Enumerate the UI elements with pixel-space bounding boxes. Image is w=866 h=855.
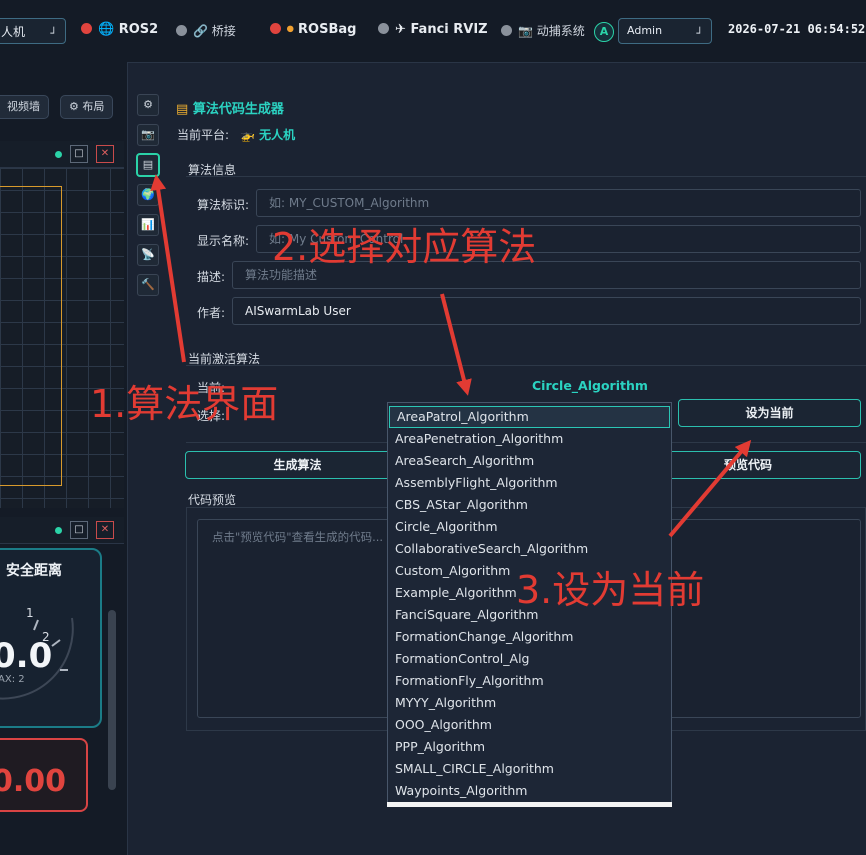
status-dot-gray bbox=[501, 25, 512, 36]
rosbag-status[interactable]: ⏺ ROSBag bbox=[270, 22, 356, 37]
bridge-label: 桥接 bbox=[211, 24, 236, 38]
bridge-status[interactable]: 🔗 桥接 bbox=[176, 22, 236, 39]
status-dot-red bbox=[270, 23, 281, 34]
scrollbar[interactable] bbox=[108, 610, 116, 790]
id-label: 算法标识: bbox=[197, 198, 250, 212]
dropdown-option[interactable]: FormationFly_Algorithm bbox=[388, 670, 671, 692]
dropdown-option[interactable]: SMALL_CIRCLE_Algorithm bbox=[388, 758, 671, 780]
dropdown-option[interactable]: AreaSearch_Algorithm bbox=[388, 450, 671, 472]
settings-icon[interactable]: ⚙ bbox=[137, 94, 159, 116]
maximize-icon[interactable]: □ bbox=[70, 145, 88, 163]
gauge-value: 0.0 bbox=[0, 636, 53, 676]
status-dot-green bbox=[55, 527, 62, 534]
boundary-rectangle bbox=[0, 186, 62, 486]
algorithm-icon[interactable]: ▤ bbox=[137, 154, 159, 176]
dropdown-option[interactable]: FormationControl_Alg bbox=[388, 648, 671, 670]
plane-icon: ✈ bbox=[395, 22, 406, 37]
ros2-status[interactable]: 🌐 ROS2 bbox=[81, 22, 158, 37]
video-wall-label: 视频墙 bbox=[7, 100, 40, 113]
dropdown-option[interactable]: AreaPatrol_Algorithm bbox=[389, 406, 670, 428]
chevron-down-icon: ┘ bbox=[50, 27, 57, 40]
user-select-value: Admin bbox=[627, 24, 663, 37]
alert-value-box: 0.00 bbox=[0, 738, 88, 812]
globe-icon[interactable]: 🌍 bbox=[137, 184, 159, 206]
ros2-label: ROS2 bbox=[118, 22, 159, 37]
helicopter-icon: 🚁 bbox=[240, 128, 255, 142]
platform-select[interactable]: 人机 ┘ bbox=[0, 18, 66, 44]
close-icon[interactable]: ✕ bbox=[96, 145, 114, 163]
layout-label: 布局 bbox=[82, 100, 105, 113]
map-window-titlebar: □ ✕ bbox=[0, 141, 124, 168]
abacus-icon: ▤ bbox=[176, 102, 189, 117]
dropdown-option[interactable]: PPP_Algorithm bbox=[388, 736, 671, 758]
video-wall-button[interactable]: 视频墙 bbox=[0, 95, 49, 119]
dropdown-option[interactable]: Circle_Algorithm bbox=[388, 516, 671, 538]
author-label: 作者: bbox=[197, 306, 226, 320]
gauge-tick-1: 1 bbox=[26, 606, 34, 620]
platform-label: 当前平台: bbox=[177, 128, 230, 142]
avatar[interactable]: A bbox=[594, 22, 614, 42]
hammer-icon[interactable]: 🔨 bbox=[137, 274, 159, 296]
alert-value: 0.00 bbox=[0, 764, 67, 799]
camera-icon[interactable]: 📷 bbox=[137, 124, 159, 146]
left-panel: 视频墙 ⚙ 布局 □ ✕ □ ✕ bbox=[0, 62, 128, 855]
current-algorithm-value: Circle_Algorithm bbox=[532, 378, 648, 393]
name-label: 显示名称: bbox=[197, 234, 250, 248]
platform-value: 🚁 无人机 bbox=[240, 126, 295, 143]
mocap-label: 动捕系统 bbox=[536, 24, 585, 38]
annotation-step2: 2.选择对应算法 bbox=[272, 225, 537, 269]
info-section-title: 算法信息 bbox=[188, 163, 237, 177]
layout-button[interactable]: ⚙ 布局 bbox=[60, 95, 114, 119]
status-dot-green bbox=[55, 151, 62, 158]
maximize-icon[interactable]: □ bbox=[70, 521, 88, 539]
safety-distance-gauge: 安全距离 1 2 0.0 AX: 2 bbox=[0, 548, 102, 728]
dropdown-option[interactable]: MYYY_Algorithm bbox=[388, 692, 671, 714]
rviz-status[interactable]: ✈ Fanci RVIZ bbox=[378, 22, 488, 37]
mocap-status[interactable]: 📷 动捕系统 bbox=[501, 22, 585, 39]
close-icon[interactable]: ✕ bbox=[96, 521, 114, 539]
dropdown-option[interactable]: AssemblyFlight_Algorithm bbox=[388, 472, 671, 494]
gauge-title: 安全距离 bbox=[6, 563, 62, 579]
dropdown-option[interactable]: CBS_AStar_Algorithm bbox=[388, 494, 671, 516]
code-placeholder: 点击"预览代码"查看生成的代码... bbox=[212, 530, 384, 544]
record-icon: ⏺ bbox=[287, 22, 294, 37]
chart-icon[interactable]: 📊 bbox=[137, 214, 159, 236]
dropdown-bottom-edge bbox=[387, 802, 672, 807]
desc-label: 描述: bbox=[197, 270, 226, 284]
generate-algorithm-button[interactable]: 生成算法 bbox=[185, 451, 410, 479]
platform-select-value: 人机 bbox=[1, 25, 26, 39]
dropdown-option[interactable]: Waypoints_Algorithm bbox=[388, 780, 671, 802]
antenna-icon[interactable]: 📡 bbox=[137, 244, 159, 266]
rviz-label: Fanci RVIZ bbox=[410, 22, 488, 37]
camera-icon: 📷 bbox=[518, 24, 533, 38]
chevron-down-icon: ┘ bbox=[696, 27, 703, 40]
status-dot-gray bbox=[176, 25, 187, 36]
link-icon: 🔗 bbox=[193, 24, 208, 38]
platform-value-text: 无人机 bbox=[259, 128, 296, 142]
rosbag-label: ROSBag bbox=[298, 22, 357, 37]
gauge-window-titlebar: □ ✕ bbox=[0, 517, 124, 544]
gauge-max-label: AX: 2 bbox=[0, 674, 25, 685]
author-input[interactable]: AISwarmLab User bbox=[232, 297, 861, 325]
page-title: ▤ 算法代码生成器 bbox=[176, 98, 284, 117]
id-input[interactable]: 如: MY_CUSTOM_Algorithm bbox=[256, 189, 861, 217]
gear-icon: ⚙ bbox=[69, 100, 79, 113]
status-dot-gray bbox=[378, 23, 389, 34]
globe-icon: 🌐 bbox=[98, 22, 115, 37]
annotation-step3: 3.设为当前 bbox=[516, 568, 705, 612]
dropdown-option[interactable]: CollaborativeSearch_Algorithm bbox=[388, 538, 671, 560]
annotation-step1: 1.算法界面 bbox=[90, 382, 279, 426]
datetime-display: 2026-07-21 06:54:52 bbox=[728, 22, 866, 36]
active-section-title: 当前激活算法 bbox=[188, 352, 261, 366]
dropdown-option[interactable]: OOO_Algorithm bbox=[388, 714, 671, 736]
user-select[interactable]: Admin ┘ bbox=[618, 18, 712, 44]
top-bar: 人机 ┘ 🌐 ROS2 🔗 桥接 ⏺ ROSBag ✈ Fanci RVIZ 📷… bbox=[0, 0, 866, 63]
dropdown-option[interactable]: AreaPenetration_Algorithm bbox=[388, 428, 671, 450]
page-title-text: 算法代码生成器 bbox=[192, 102, 284, 117]
status-dot-red bbox=[81, 23, 92, 34]
dropdown-option[interactable]: FormationChange_Algorithm bbox=[388, 626, 671, 648]
set-current-button[interactable]: 设为当前 bbox=[678, 399, 861, 427]
code-section-title: 代码预览 bbox=[188, 493, 237, 507]
